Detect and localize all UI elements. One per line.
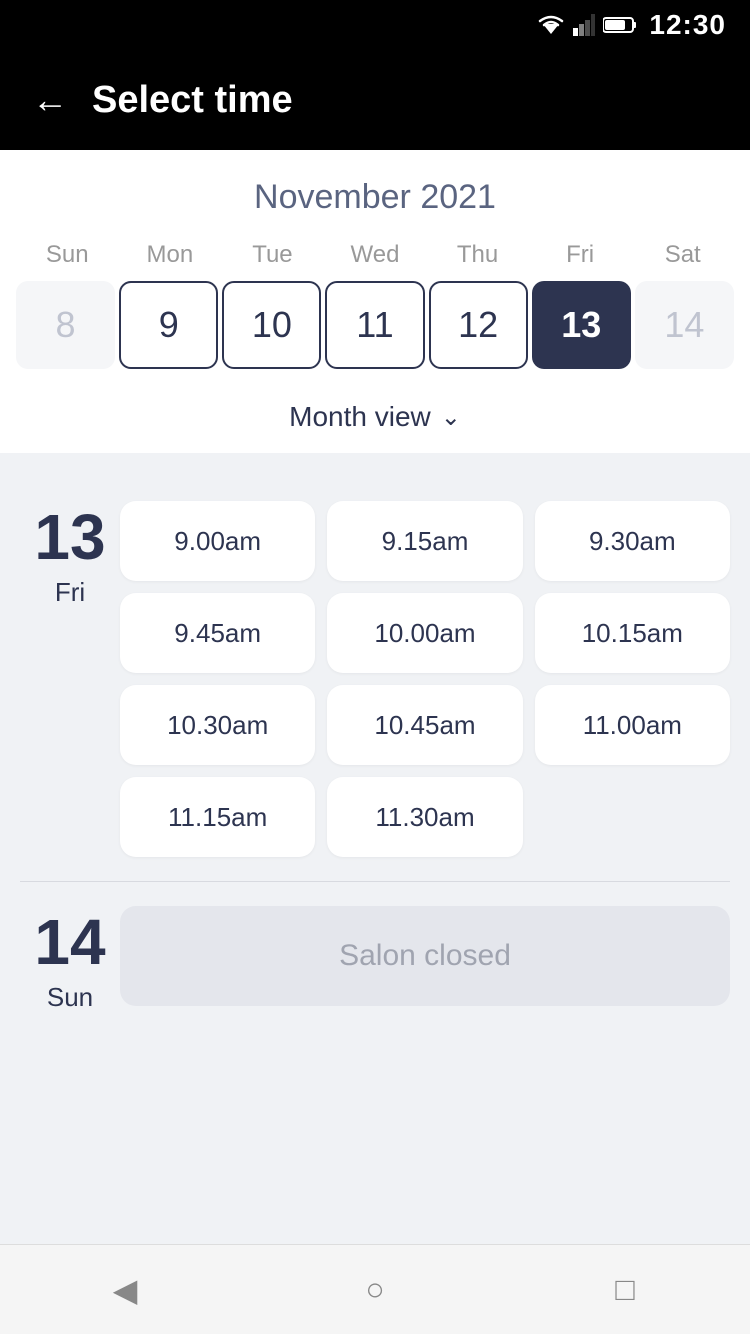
chevron-down-icon: ⌄ [441, 403, 461, 432]
weekday-thu: Thu [426, 237, 529, 273]
timeslots-13: 9.00am 9.15am 9.30am 9.45am 10.00am 10.1… [120, 501, 730, 857]
nav-home-icon: ○ [365, 1271, 384, 1308]
timeslot-1015am[interactable]: 10.15am [535, 593, 730, 673]
day-number-13: 13 [34, 505, 105, 569]
weekday-tue: Tue [221, 237, 324, 273]
calendar-day-13[interactable]: 13 [532, 281, 631, 369]
status-time: 12:30 [649, 9, 726, 41]
month-view-label: Month view [289, 401, 431, 433]
weekday-sun: Sun [16, 237, 119, 273]
wifi-icon [537, 14, 565, 36]
timeslot-900am[interactable]: 9.00am [120, 501, 315, 581]
weekday-sat: Sat [631, 237, 734, 273]
calendar-day-12[interactable]: 12 [429, 281, 528, 369]
calendar-day-8[interactable]: 8 [16, 281, 115, 369]
weekday-mon: Mon [119, 237, 222, 273]
salon-closed-text: Salon closed [339, 939, 511, 973]
day-info-14: 14 Sun [20, 906, 120, 1013]
calendar-day-10[interactable]: 10 [222, 281, 321, 369]
day-number-14: 14 [34, 910, 105, 974]
nav-back-button[interactable]: ◀ [85, 1250, 165, 1330]
timeslot-1100am[interactable]: 11.00am [535, 685, 730, 765]
app-header: ← Select time [0, 50, 750, 150]
nav-home-button[interactable]: ○ [335, 1250, 415, 1330]
status-bar: 12:30 [0, 0, 750, 50]
nav-back-icon: ◀ [113, 1271, 138, 1309]
weekday-wed: Wed [324, 237, 427, 273]
salon-closed-box: Salon closed [120, 906, 730, 1006]
day-row-13: 13 Fri 9.00am 9.15am 9.30am 9.45am 10.00… [20, 477, 730, 881]
timeslot-915am[interactable]: 9.15am [327, 501, 522, 581]
calendar-day-11[interactable]: 11 [325, 281, 424, 369]
signal-icon [573, 14, 595, 36]
month-view-toggle[interactable]: Month view ⌄ [16, 385, 734, 453]
calendar-day-9[interactable]: 9 [119, 281, 218, 369]
timeslot-1130am[interactable]: 11.30am [327, 777, 522, 857]
calendar-weekdays: Sun Mon Tue Wed Thu Fri Sat [16, 237, 734, 273]
page-title: Select time [92, 79, 293, 122]
calendar-days-row: 8 9 10 11 12 13 14 [16, 281, 734, 369]
timeslots-grid-13: 9.00am 9.15am 9.30am 9.45am 10.00am 10.1… [120, 501, 730, 857]
calendar-section: November 2021 Sun Mon Tue Wed Thu Fri Sa… [0, 150, 750, 453]
timeslot-1030am[interactable]: 10.30am [120, 685, 315, 765]
nav-recents-icon: □ [615, 1271, 634, 1308]
timeslot-1000am[interactable]: 10.00am [327, 593, 522, 673]
weekday-fri: Fri [529, 237, 632, 273]
timeslot-945am[interactable]: 9.45am [120, 593, 315, 673]
nav-recents-button[interactable]: □ [585, 1250, 665, 1330]
timeslot-1115am[interactable]: 11.15am [120, 777, 315, 857]
timeslot-930am[interactable]: 9.30am [535, 501, 730, 581]
day-row-14: 14 Sun Salon closed [20, 882, 730, 1037]
calendar-month-year: November 2021 [16, 178, 734, 217]
battery-icon [603, 16, 637, 34]
calendar-day-14[interactable]: 14 [635, 281, 734, 369]
status-icons [537, 14, 637, 36]
day-info-13: 13 Fri [20, 501, 120, 608]
back-button[interactable]: ← [32, 82, 68, 118]
day-name-14: Sun [47, 982, 93, 1013]
day-name-13: Fri [55, 577, 85, 608]
bottom-nav: ◀ ○ □ [0, 1244, 750, 1334]
timeslots-section: 13 Fri 9.00am 9.15am 9.30am 9.45am 10.00… [0, 453, 750, 1061]
timeslots-14: Salon closed [120, 906, 730, 1006]
timeslot-1045am[interactable]: 10.45am [327, 685, 522, 765]
